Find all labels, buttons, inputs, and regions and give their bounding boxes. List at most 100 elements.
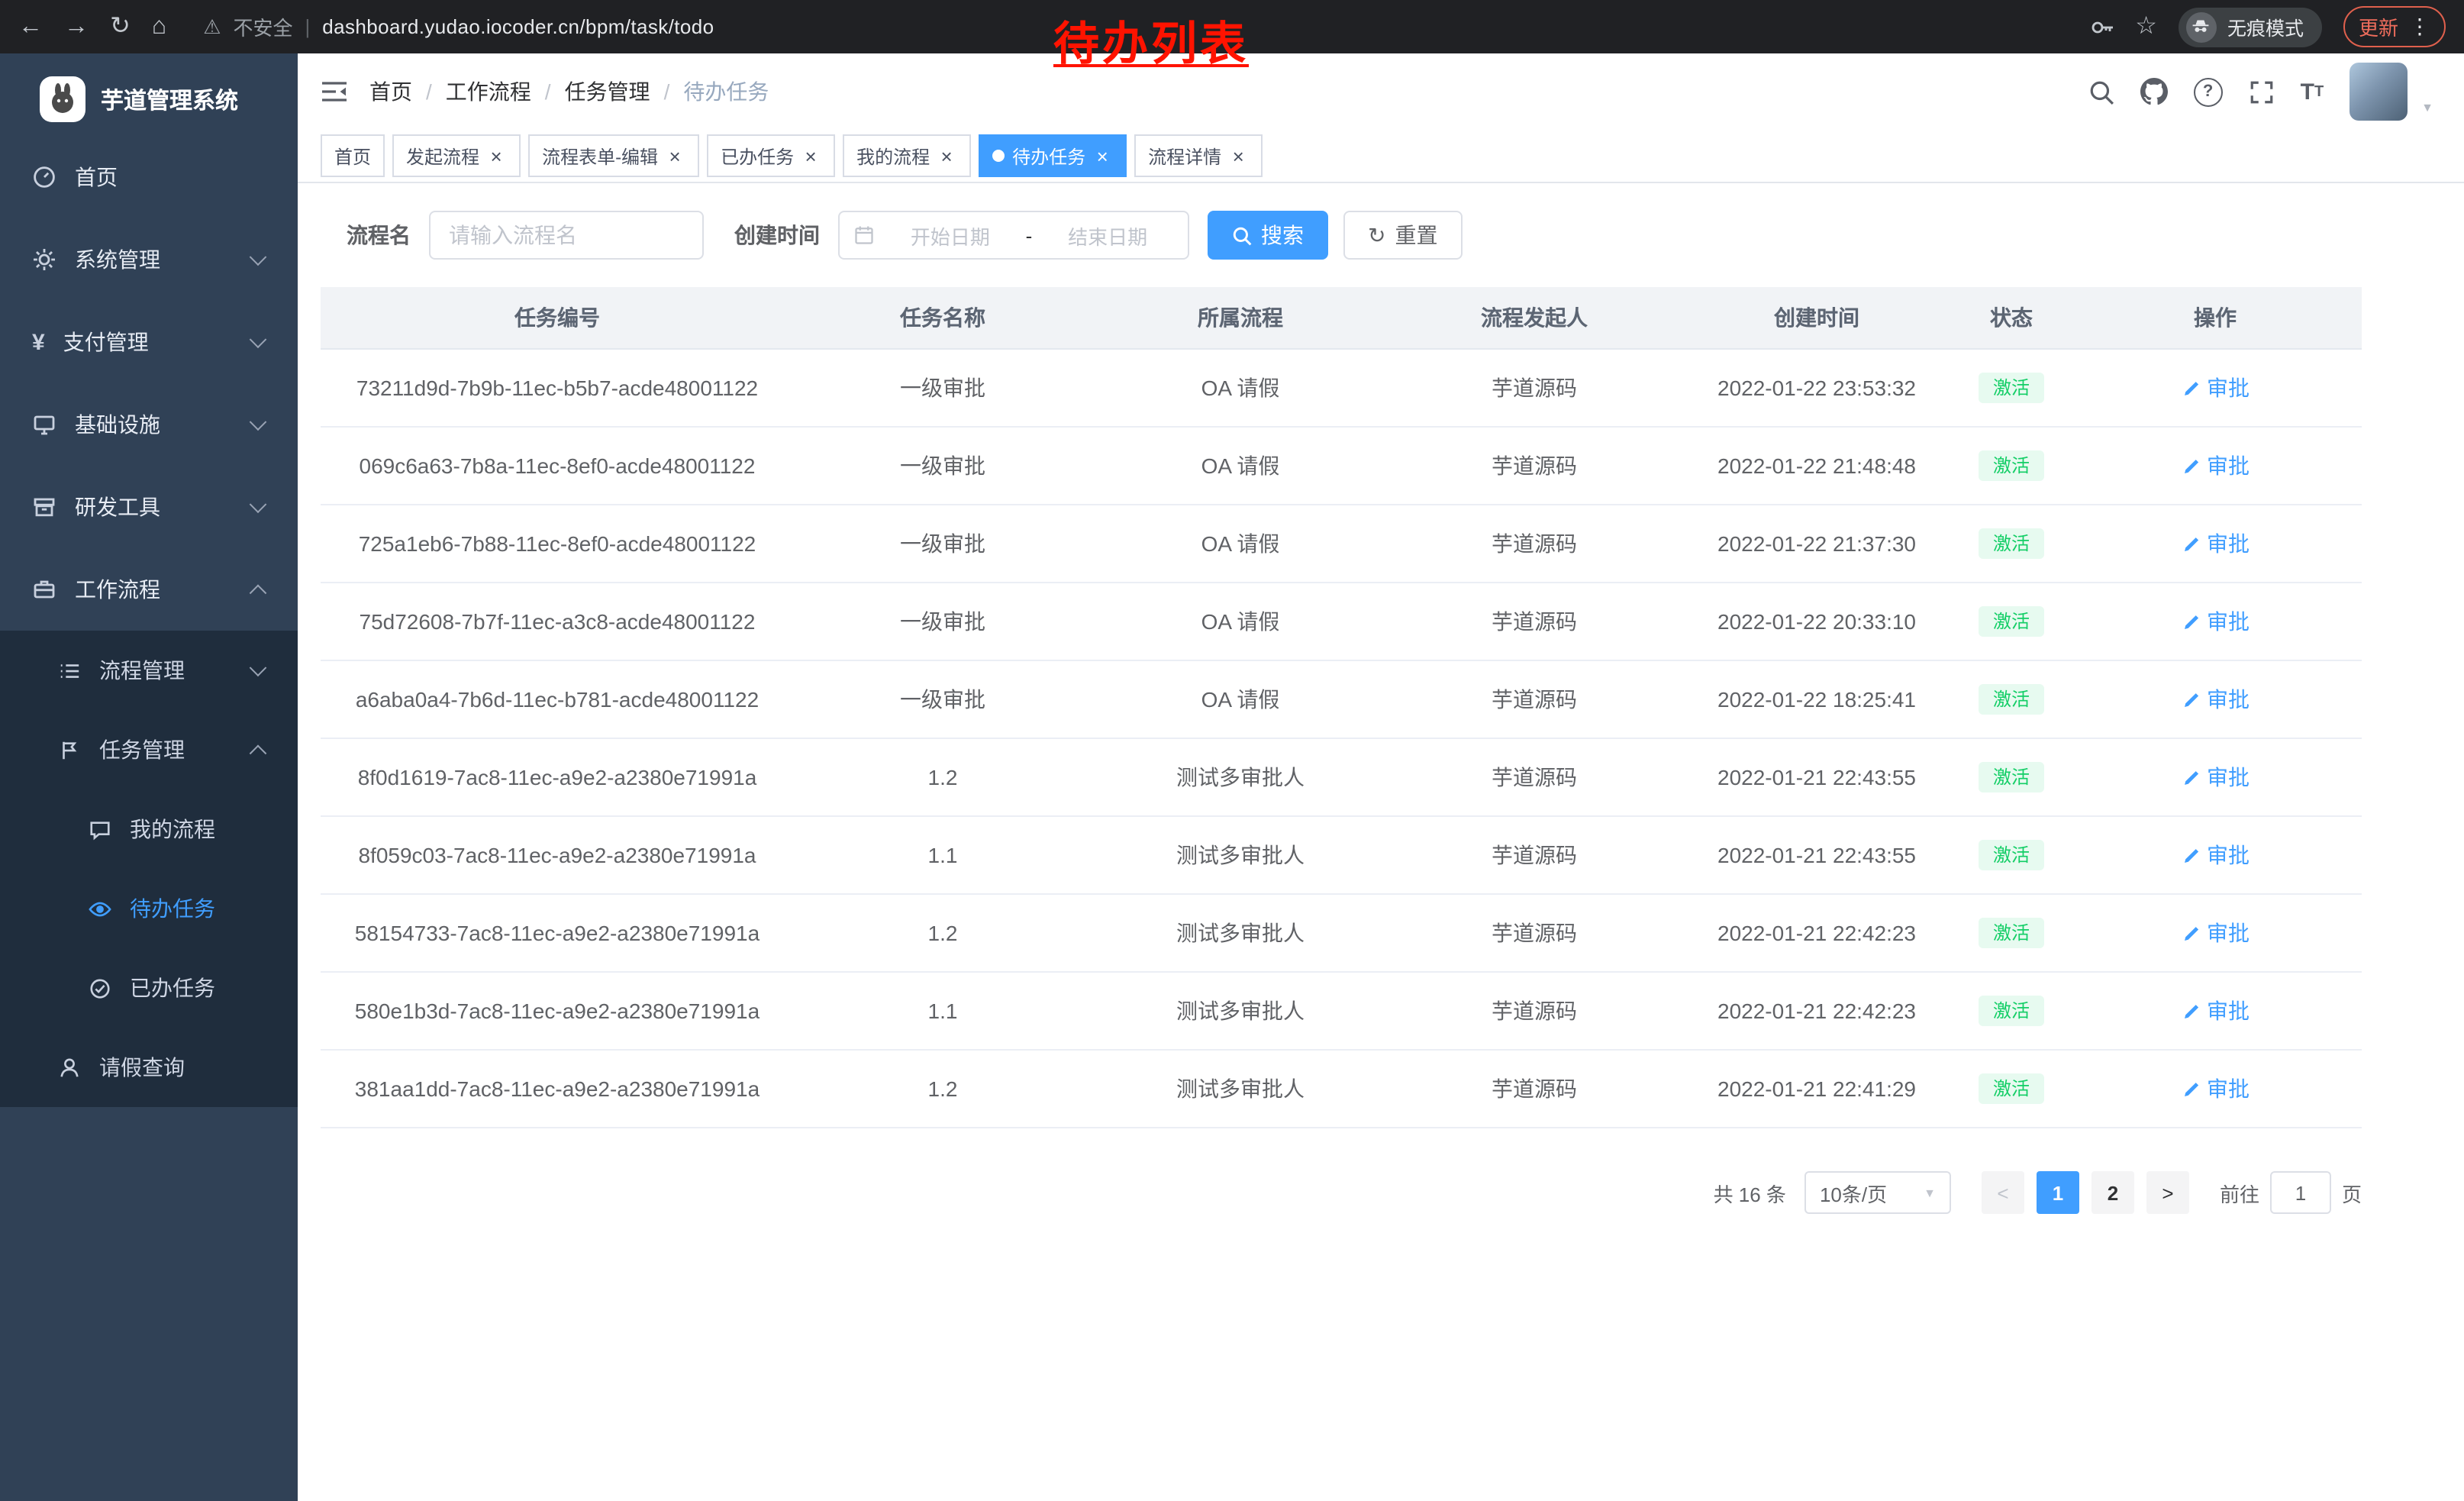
help-icon[interactable]: ?	[2194, 77, 2223, 106]
avatar-caret-icon[interactable]: ▼	[2421, 101, 2433, 115]
pagination-goto: 前往 页	[2220, 1171, 2362, 1214]
sidebar-item-label: 任务管理	[99, 734, 185, 765]
breadcrumb-separator: /	[545, 79, 551, 104]
page-size-select[interactable]: 10条/页 ▼	[1804, 1171, 1951, 1214]
app-logo[interactable]: 芋道管理系统	[0, 53, 298, 136]
search-button[interactable]: 搜索	[1208, 211, 1328, 260]
fullscreen-icon[interactable]	[2249, 79, 2275, 105]
cell-starter: 芋道源码	[1389, 660, 1679, 738]
page-button-2[interactable]: 2	[2091, 1171, 2134, 1214]
sidebar-item-payment[interactable]: ¥ 支付管理	[0, 301, 298, 383]
sidebar-item-workflow[interactable]: 工作流程	[0, 548, 298, 631]
chevron-up-icon	[250, 744, 267, 762]
sidebar-item-task-management[interactable]: 任务管理	[0, 710, 298, 789]
approve-link-label: 审批	[2207, 450, 2250, 481]
approve-link[interactable]: 审批	[2181, 528, 2250, 559]
breadcrumb-workflow[interactable]: 工作流程	[446, 76, 531, 107]
cell-starter: 芋道源码	[1389, 1050, 1679, 1128]
tab-process-detail[interactable]: 流程详情 ×	[1134, 134, 1263, 177]
sidebar-item-system[interactable]: 系统管理	[0, 218, 298, 301]
bookmark-star-icon[interactable]: ☆	[2135, 15, 2157, 39]
approve-link[interactable]: 审批	[2181, 762, 2250, 792]
end-date-placeholder[interactable]: 结束日期	[1041, 221, 1174, 250]
tab-done-tasks[interactable]: 已办任务 ×	[707, 134, 835, 177]
close-icon[interactable]: ×	[485, 146, 507, 166]
close-icon[interactable]: ×	[800, 146, 821, 166]
start-date-placeholder[interactable]: 开始日期	[884, 221, 1017, 250]
close-icon[interactable]: ×	[664, 146, 685, 166]
sidebar-item-devtools[interactable]: 研发工具	[0, 466, 298, 548]
dashboard-icon	[32, 165, 56, 189]
approve-link[interactable]: 审批	[2181, 373, 2250, 403]
close-icon[interactable]: ×	[936, 146, 957, 166]
status-badge: 激活	[1979, 528, 2043, 560]
sidebar-item-label: 首页	[75, 162, 118, 192]
process-name-input[interactable]	[429, 211, 704, 260]
forward-icon[interactable]: →	[64, 15, 89, 39]
reload-icon[interactable]: ↻	[110, 15, 131, 39]
sidebar-item-my-processes[interactable]: 我的流程	[0, 789, 298, 869]
sidebar-item-infrastructure[interactable]: 基础设施	[0, 383, 298, 466]
github-icon[interactable]	[2140, 78, 2168, 105]
back-icon[interactable]: ←	[18, 15, 43, 39]
approve-link-label: 审批	[2207, 996, 2250, 1026]
check-circle-icon	[89, 976, 111, 999]
approve-link[interactable]: 审批	[2181, 684, 2250, 715]
approve-link-label: 审批	[2207, 1073, 2250, 1104]
tab-todo-tasks[interactable]: 待办任务 ×	[979, 134, 1127, 177]
sidebar-item-done-tasks[interactable]: 已办任务	[0, 948, 298, 1028]
sidebar-item-leave-query[interactable]: 请假查询	[0, 1028, 298, 1107]
breadcrumb-task-management[interactable]: 任务管理	[565, 76, 650, 107]
sidebar-toggle-icon[interactable]	[321, 79, 348, 104]
cell-task-id: 8f059c03-7ac8-11ec-a9e2-a2380e71991a	[321, 816, 794, 894]
range-separator: -	[1026, 224, 1033, 247]
reset-button[interactable]: ↻ 重置	[1343, 211, 1462, 260]
task-table: 任务编号 任务名称 所属流程 流程发起人 创建时间 状态 操作	[321, 287, 2362, 1128]
url-text[interactable]: dashboard.yudao.iocoder.cn/bpm/task/todo	[322, 15, 714, 38]
update-button[interactable]: 更新 ⋮	[2343, 6, 2446, 47]
page-button-1[interactable]: 1	[2037, 1171, 2079, 1214]
sidebar-item-process-management[interactable]: 流程管理	[0, 631, 298, 710]
next-page-button[interactable]: >	[2146, 1171, 2189, 1214]
table-row: 580e1b3d-7ac8-11ec-a9e2-a2380e71991a 1.1…	[321, 972, 2362, 1050]
tab-process-form-edit[interactable]: 流程表单-编辑 ×	[528, 134, 699, 177]
security-label[interactable]: 不安全	[233, 12, 292, 41]
eye-icon	[89, 897, 111, 920]
approve-link[interactable]: 审批	[2181, 1073, 2250, 1104]
approve-link[interactable]: 审批	[2181, 918, 2250, 948]
cell-process: 测试多审批人	[1092, 894, 1389, 972]
key-icon[interactable]	[2089, 15, 2114, 39]
calendar-icon	[853, 224, 875, 246]
approve-link-label: 审批	[2207, 528, 2250, 559]
goto-page-input[interactable]	[2270, 1171, 2331, 1214]
close-icon[interactable]: ×	[1227, 146, 1249, 166]
approve-link[interactable]: 审批	[2181, 840, 2250, 870]
warning-icon: ⚠	[203, 15, 221, 39]
approve-link[interactable]: 审批	[2181, 996, 2250, 1026]
tab-start-process[interactable]: 发起流程 ×	[392, 134, 521, 177]
breadcrumb-separator: /	[664, 79, 670, 104]
sidebar-item-todo-tasks[interactable]: 待办任务	[0, 869, 298, 948]
breadcrumb-home[interactable]: 首页	[369, 76, 412, 107]
search-icon[interactable]	[2088, 79, 2114, 105]
table-row: 381aa1dd-7ac8-11ec-a9e2-a2380e71991a 1.2…	[321, 1050, 2362, 1128]
cell-created: 2022-01-22 21:48:48	[1679, 427, 1954, 505]
approve-link[interactable]: 审批	[2181, 450, 2250, 481]
chevron-down-icon	[250, 248, 267, 266]
tab-home[interactable]: 首页	[321, 134, 385, 177]
browser-menu-icon[interactable]: ⋮	[2409, 14, 2430, 40]
avatar[interactable]	[2350, 63, 2408, 121]
close-icon[interactable]: ×	[1092, 146, 1113, 166]
approve-link-label: 审批	[2207, 373, 2250, 403]
font-size-icon[interactable]: TT	[2301, 79, 2324, 105]
status-badge: 激活	[1979, 918, 2043, 949]
cell-process: 测试多审批人	[1092, 972, 1389, 1050]
sidebar-item-home[interactable]: 首页	[0, 136, 298, 218]
date-range-picker[interactable]: 开始日期 - 结束日期	[838, 211, 1189, 260]
home-icon[interactable]: ⌂	[152, 15, 166, 39]
approve-link-label: 审批	[2207, 840, 2250, 870]
prev-page-button[interactable]: <	[1982, 1171, 2024, 1214]
address-bar[interactable]: ⚠ 不安全 | dashboard.yudao.iocoder.cn/bpm/t…	[203, 12, 714, 41]
approve-link[interactable]: 审批	[2181, 606, 2250, 637]
tab-my-processes[interactable]: 我的流程 ×	[843, 134, 971, 177]
